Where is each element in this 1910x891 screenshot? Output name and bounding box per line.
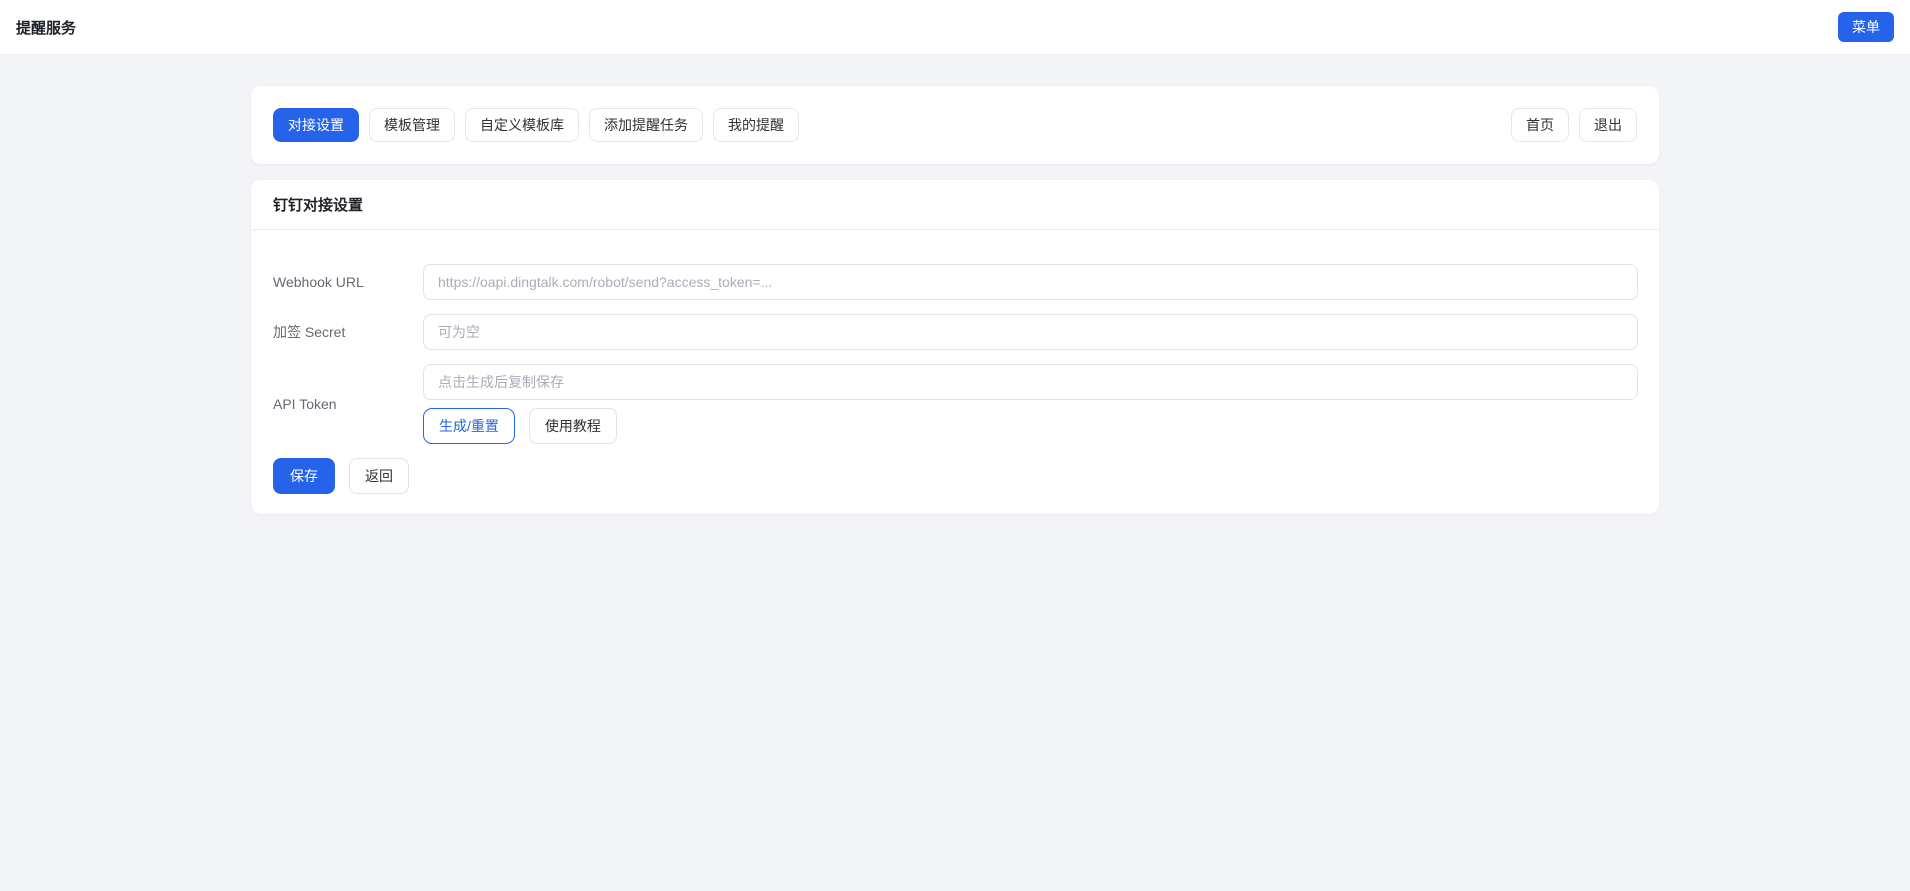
home-button[interactable]: 首页 (1511, 108, 1569, 142)
nav-card: 对接设置 模板管理 自定义模板库 添加提醒任务 我的提醒 首页 退出 (251, 86, 1659, 164)
form-row-webhook-url: Webhook URL (273, 264, 1638, 300)
back-button[interactable]: 返回 (349, 458, 409, 494)
webhook-url-input[interactable] (423, 264, 1638, 300)
api-token-buttons: 生成/重置 使用教程 (423, 408, 1638, 444)
form-row-api-token: API Token 生成/重置 使用教程 (273, 364, 1638, 444)
settings-card: 钉钉对接设置 Webhook URL 加签 Secret API Token (251, 180, 1659, 514)
tab-my-reminders[interactable]: 我的提醒 (713, 108, 799, 142)
tab-integration-settings[interactable]: 对接设置 (273, 108, 359, 142)
nav-tabs: 对接设置 模板管理 自定义模板库 添加提醒任务 我的提醒 (273, 108, 799, 142)
tab-add-reminder-task[interactable]: 添加提醒任务 (589, 108, 703, 142)
generate-reset-button[interactable]: 生成/重置 (423, 408, 515, 444)
secret-input[interactable] (423, 314, 1638, 350)
app-title: 提醒服务 (16, 17, 76, 38)
page-container: 对接设置 模板管理 自定义模板库 添加提醒任务 我的提醒 首页 退出 钉钉对接设… (251, 86, 1659, 514)
top-bar: 提醒服务 菜单 (0, 0, 1910, 55)
nav-right-buttons: 首页 退出 (1511, 108, 1637, 142)
webhook-url-label: Webhook URL (273, 264, 423, 300)
menu-button[interactable]: 菜单 (1838, 12, 1894, 42)
tab-custom-template-library[interactable]: 自定义模板库 (465, 108, 579, 142)
save-button[interactable]: 保存 (273, 458, 335, 494)
settings-card-title: 钉钉对接设置 (251, 180, 1659, 230)
tab-template-management[interactable]: 模板管理 (369, 108, 455, 142)
tutorial-button[interactable]: 使用教程 (529, 408, 617, 444)
form-row-secret: 加签 Secret (273, 314, 1638, 350)
secret-label: 加签 Secret (273, 314, 423, 350)
api-token-input[interactable] (423, 364, 1638, 400)
api-token-label: API Token (273, 364, 423, 444)
settings-form: Webhook URL 加签 Secret API Token 生成/重置 使用… (251, 230, 1659, 494)
form-actions: 保存 返回 (273, 458, 1638, 494)
logout-button[interactable]: 退出 (1579, 108, 1637, 142)
